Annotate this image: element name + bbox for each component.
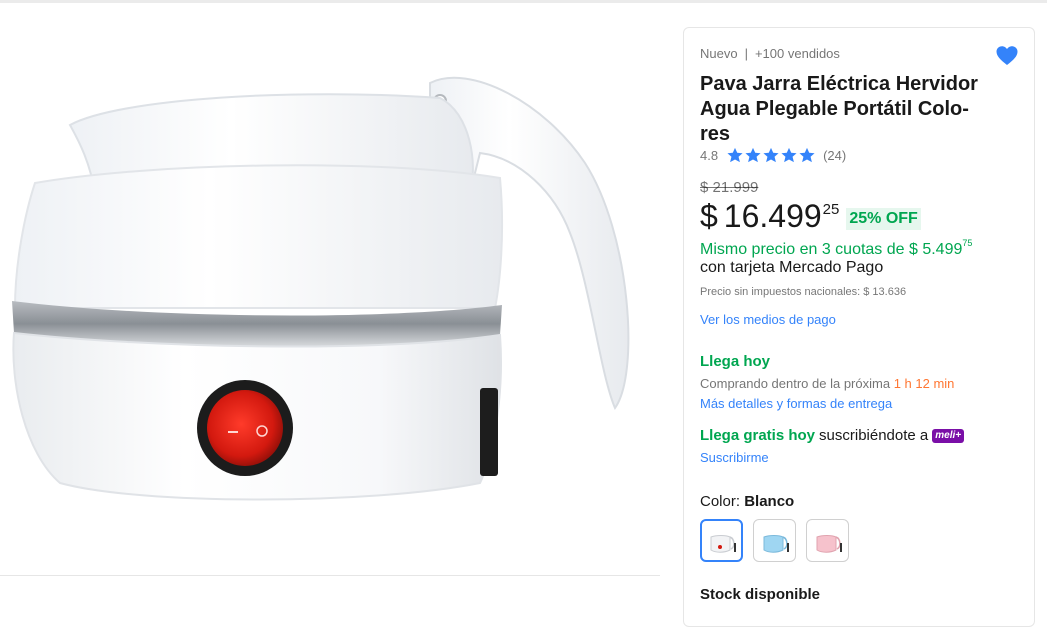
tax-note: Precio sin impuestos nacionales: $ 13.63… bbox=[700, 286, 907, 298]
title-line: res bbox=[700, 123, 731, 145]
price-integer: 16.499 bbox=[723, 198, 822, 234]
payment-methods-link[interactable]: Ver los medios de pago bbox=[700, 312, 836, 327]
free-shipping-info: Llega gratis hoy suscribiéndote a meli+ bbox=[700, 427, 965, 444]
condition-label: Nuevo bbox=[700, 46, 738, 61]
color-swatches bbox=[700, 519, 849, 562]
stock-heading: Stock disponible bbox=[700, 586, 821, 603]
rating-summary[interactable]: 4.8 (24) bbox=[700, 147, 846, 163]
product-main-image[interactable] bbox=[0, 43, 660, 523]
discount-badge: 25% OFF bbox=[846, 208, 921, 230]
free-shipping-label: Llega gratis hoy bbox=[700, 427, 816, 444]
white-kettle-swatch[interactable] bbox=[700, 519, 743, 562]
kettle-thumbnail-icon bbox=[710, 534, 736, 553]
blue-kettle-swatch[interactable] bbox=[753, 519, 796, 562]
star-icon bbox=[727, 147, 743, 163]
buy-box: Nuevo | +100 vendidos Pava Jarra Eléctrica… bbox=[683, 27, 1035, 627]
product-gallery[interactable] bbox=[0, 3, 660, 575]
kettle-thumbnail-icon bbox=[763, 534, 789, 553]
gallery-divider bbox=[0, 575, 660, 576]
subtitle-separator: | bbox=[744, 46, 748, 61]
title-line: Agua Plegable Portátil Colo- bbox=[700, 98, 969, 120]
buying-within: Comprando dentro de la próxima 1 h 12 mi… bbox=[700, 376, 954, 391]
installments-text: Mismo precio en 3 cuotas de $ 5.499 bbox=[700, 241, 963, 258]
title-line: Pava Jarra Eléctrica Hervidor bbox=[700, 73, 978, 95]
star-icon bbox=[763, 147, 779, 163]
buying-within-time: 1 h 12 min bbox=[893, 376, 955, 391]
meli-plus-badge: meli+ bbox=[932, 428, 965, 443]
subscribe-link[interactable]: Suscribirme bbox=[700, 450, 769, 465]
kettle-thumbnail-icon bbox=[816, 534, 842, 553]
buying-within-prefix: Comprando dentro de la próxima bbox=[700, 376, 891, 391]
arrives-today: Llega hoy bbox=[700, 353, 771, 370]
product-subtitle: Nuevo | +100 vendidos bbox=[700, 46, 840, 61]
rating-score: 4.8 bbox=[700, 147, 719, 163]
price-cents: 25 bbox=[822, 201, 840, 218]
original-price: $ 21.999 bbox=[700, 179, 759, 196]
color-picker-label: Color: Blanco bbox=[700, 493, 794, 510]
free-shipping-suffix: suscribiéndote a bbox=[819, 427, 929, 444]
heart-icon[interactable] bbox=[995, 44, 1019, 68]
installments-info: Mismo precio en 3 cuotas de $ 5.49975 bbox=[700, 238, 972, 259]
current-price: $ 16.499 25 25% OFF bbox=[700, 196, 921, 236]
color-label: Color: bbox=[700, 493, 741, 510]
sold-count: +100 vendidos bbox=[754, 46, 840, 61]
star-icon bbox=[781, 147, 797, 163]
star-icon bbox=[799, 147, 815, 163]
star-icon bbox=[745, 147, 761, 163]
rating-count: (24) bbox=[823, 147, 847, 163]
installments-card: con tarjeta Mercado Pago bbox=[700, 259, 884, 276]
color-selected: Blanco bbox=[744, 493, 795, 510]
installments-cents: 75 bbox=[962, 238, 973, 248]
pink-kettle-swatch[interactable] bbox=[806, 519, 849, 562]
price-currency: $ bbox=[700, 198, 718, 234]
delivery-details-link[interactable]: Más detalles y formas de entrega bbox=[700, 396, 892, 411]
rating-stars bbox=[726, 147, 816, 163]
product-title: Pava Jarra Eléctrica Hervidor Agua Plega… bbox=[700, 72, 1000, 147]
